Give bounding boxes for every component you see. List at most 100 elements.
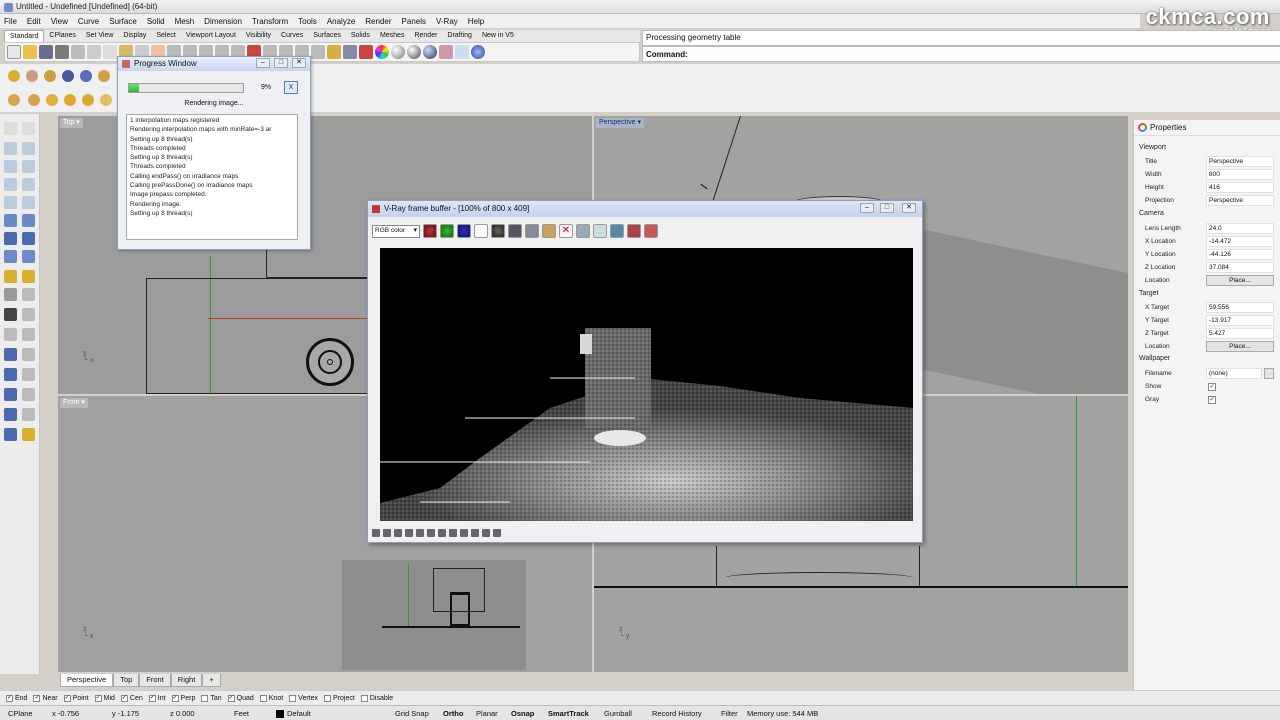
y-target-field[interactable]: -13.917 [1206,315,1274,326]
curve-icon[interactable] [22,142,35,155]
vray-rt-icon[interactable] [62,70,74,82]
solid-tools-icon[interactable] [22,250,35,263]
z-location-field[interactable]: 37.084 [1206,262,1274,273]
osnap-checkbox[interactable]: ✓ [227,694,235,702]
vfb-minimize-button[interactable]: – [860,203,874,213]
circle-icon[interactable] [4,160,17,173]
osnap-toggle[interactable]: Osnap [511,709,534,718]
vray-material-editor-icon[interactable] [26,70,38,82]
z-target-field[interactable]: 5.427 [1206,328,1274,339]
osnap-checkbox[interactable]: ✓ [120,694,128,702]
join-icon[interactable] [4,308,17,321]
planar-toggle[interactable]: Planar [476,709,498,718]
flip-icon[interactable] [471,529,479,537]
viewport-tab-right[interactable]: Right [170,673,203,687]
camera-place-button[interactable]: Place... [1206,275,1274,286]
tab-set-view[interactable]: Set View [81,30,119,42]
check-icon[interactable] [22,408,35,421]
tab-new-in-v5[interactable]: New in V5 [477,30,519,42]
grid-snap-toggle[interactable]: Grid Snap [395,709,429,718]
cut-icon[interactable] [87,45,101,59]
point-icon[interactable] [22,122,35,135]
load-image-icon[interactable] [542,224,556,238]
green-channel-icon[interactable] [440,224,454,238]
pixel-info-icon[interactable] [383,529,391,537]
menu-surface[interactable]: Surface [105,17,143,26]
save-image-icon[interactable] [508,224,522,238]
menu-help[interactable]: Help [464,17,490,26]
copy-icon[interactable] [103,45,117,59]
save-icon[interactable] [39,45,53,59]
lut-icon[interactable] [449,529,457,537]
arc-icon[interactable] [22,160,35,173]
array-icon[interactable] [4,388,17,401]
explode-icon[interactable] [22,308,35,321]
layer-icon[interactable] [343,45,357,59]
move-icon[interactable] [4,348,17,361]
ellipse-icon[interactable] [4,178,17,191]
ortho-toggle[interactable]: Ortho [443,709,463,718]
analyze-icon[interactable] [4,408,17,421]
gumball-toggle[interactable]: Gumball [604,709,632,718]
osnap-quad[interactable]: ✓ Quad [227,694,254,702]
add-viewport-tab-icon[interactable]: + [202,673,221,687]
menu-transform[interactable]: Transform [248,17,294,26]
tab-standard[interactable]: Standard [4,30,45,42]
osnap-tan[interactable]: Tan [201,694,222,702]
stop-render-icon[interactable] [644,224,658,238]
tab-viewport-layout[interactable]: Viewport Layout [181,30,241,42]
surface-icon[interactable] [4,214,17,227]
projection-select[interactable]: Perspective [1206,195,1274,206]
x-target-field[interactable]: 59.556 [1206,302,1274,313]
rotate-icon[interactable] [4,368,17,381]
osnap-checkbox[interactable]: ✓ [6,694,13,702]
osnap-near[interactable]: ✓ Near [33,694,58,702]
render-icon[interactable] [423,45,437,59]
new-file-icon[interactable] [7,45,21,59]
osnap-cen[interactable]: ✓ Cen [120,694,143,702]
sphere-icon[interactable] [22,232,35,245]
render-last-icon[interactable] [610,224,624,238]
progress-log[interactable]: 1 interpolation maps registered Renderin… [126,114,298,240]
show-checkbox[interactable]: ✓ [1208,383,1216,391]
osnap-checkbox[interactable] [201,694,209,702]
viewport-label-front[interactable]: Front ▾ [60,398,88,408]
osnap-checkbox[interactable]: ✓ [171,694,179,702]
rendered-sphere-icon[interactable] [407,45,421,59]
osnap-point[interactable]: ✓ Point [63,694,89,702]
tab-render[interactable]: Render [409,30,442,42]
osnap-perp[interactable]: ✓ Perp [171,694,195,702]
menu-edit[interactable]: Edit [23,17,47,26]
tab-meshes[interactable]: Meshes [375,30,410,42]
filename-field[interactable]: (none) [1206,368,1262,379]
osnap-checkbox[interactable] [289,694,297,702]
viewport-tab-front[interactable]: Front [139,673,171,687]
color-wheel-icon[interactable] [375,45,389,59]
osnap-checkbox[interactable]: ✓ [63,694,71,702]
tab-display[interactable]: Display [118,30,151,42]
menu-file[interactable]: File [0,17,23,26]
info-icon[interactable] [394,529,402,537]
current-layer[interactable]: Default [287,709,311,718]
vfb-titlebar[interactable]: V-Ray frame buffer - [100% of 800 x 409]… [368,201,922,217]
tab-visibility[interactable]: Visibility [241,30,276,42]
history-icon[interactable] [493,529,501,537]
y-location-field[interactable]: -44.126 [1206,249,1274,260]
show-corrections-icon[interactable] [372,529,380,537]
menu-solid[interactable]: Solid [143,17,171,26]
menu-render[interactable]: Render [361,17,397,26]
object-properties-icon[interactable] [359,45,373,59]
tab-cplanes[interactable]: CPlanes [44,30,80,42]
options-icon[interactable] [455,45,469,59]
viewport-tab-top[interactable]: Top [113,673,140,687]
box-icon[interactable] [4,232,17,245]
menu-mesh[interactable]: Mesh [171,17,201,26]
width-field[interactable]: 800 [1206,169,1274,180]
menu-dimension[interactable]: Dimension [200,17,248,26]
osnap-checkbox[interactable] [360,694,368,702]
browse-button[interactable] [1264,368,1274,379]
osnap-mid[interactable]: ✓ Mid [94,694,115,702]
x-location-field[interactable]: -14.472 [1206,236,1274,247]
osnap-disable[interactable]: Disable [360,694,393,702]
osnap-end[interactable]: ✓ End [6,694,27,702]
